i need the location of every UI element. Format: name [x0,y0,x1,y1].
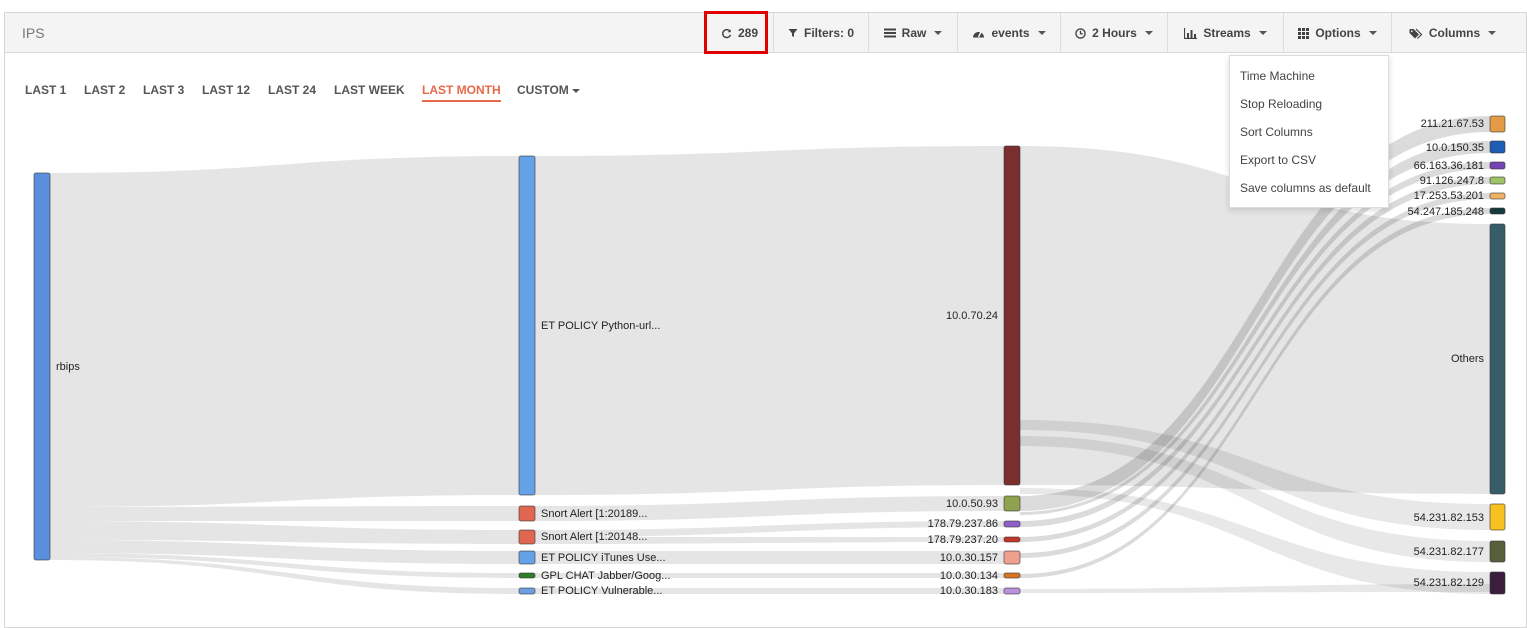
node-others[interactable] [1489,223,1506,495]
refresh-highlight-box [704,11,768,54]
node-54-231-82-129[interactable] [1489,571,1506,595]
options-dropdown-menu: Time Machine Stop Reloading Sort Columns… [1229,55,1389,208]
node-211-21-67-53[interactable] [1489,115,1506,133]
label-54-231-82-129: 54.231.82.129 [1414,577,1484,589]
label-10-0-70-24: 10.0.70.24 [946,310,998,322]
label-10-0-30-157: 10.0.30.157 [940,552,998,564]
node-10-0-150-35[interactable] [1489,140,1506,154]
node-54-247-185-248[interactable] [1489,207,1506,215]
label-10-0-150-35: 10.0.150.35 [1426,142,1484,154]
label-17-253-53-201: 17.253.53.201 [1414,190,1484,202]
label-10-0-30-183: 10.0.30.183 [940,585,998,597]
node-10-0-30-134[interactable] [1003,572,1021,579]
label-rbips: rbips [56,361,80,373]
node-10-0-30-157[interactable] [1003,550,1021,565]
menu-item-sort-columns[interactable]: Sort Columns [1240,125,1313,139]
node-et-policy-vulnerable[interactable] [518,587,536,595]
node-54-231-82-153[interactable] [1489,503,1506,531]
node-178-79-237-20[interactable] [1003,536,1021,543]
label-66-163-36-181: 66.163.36.181 [1414,160,1484,172]
menu-item-stop-reloading[interactable]: Stop Reloading [1240,97,1322,111]
node-17-253-53-201[interactable] [1489,192,1506,200]
menu-item-save-columns-default[interactable]: Save columns as default [1240,181,1371,195]
node-gpl-chat-jabber[interactable] [518,572,536,579]
label-others: Others [1451,353,1485,365]
label-et-policy-itunes: ET POLICY iTunes Use... [541,552,666,564]
node-snort-alert-20189[interactable] [518,505,536,522]
flow-rbips-snort-20189 [50,506,519,521]
label-et-policy-python-url: ET POLICY Python-url... [541,320,660,332]
menu-item-time-machine[interactable]: Time Machine [1240,69,1315,83]
node-10-0-50-93[interactable] [1003,495,1021,512]
node-54-231-82-177[interactable] [1489,540,1506,563]
node-snort-alert-20148[interactable] [518,529,536,545]
node-10-0-70-24[interactable] [1003,145,1021,486]
node-10-0-30-183[interactable] [1003,587,1021,595]
label-178-79-237-20: 178.79.237.20 [928,534,998,546]
label-91-126-247-8: 91.126.247.8 [1420,175,1484,187]
label-10-0-50-93: 10.0.50.93 [946,498,998,510]
label-54-231-82-177: 54.231.82.177 [1414,546,1484,558]
label-54-247-185-248: 54.247.185.248 [1408,206,1484,218]
label-gpl-chat-jabber: GPL CHAT Jabber/Goog... [541,570,670,582]
label-et-policy-vulnerable: ET POLICY Vulnerable... [541,585,662,597]
node-et-policy-python-url[interactable] [518,155,536,496]
node-rbips[interactable] [33,172,51,561]
node-91-126-247-8[interactable] [1489,176,1506,185]
label-10-0-30-134: 10.0.30.134 [940,570,998,582]
label-snort-alert-20148: Snort Alert [1:20148... [541,531,647,543]
label-211-21-67-53: 211.21.67.53 [1421,118,1484,130]
flow-rbips-python-url [50,156,519,507]
node-178-79-237-86[interactable] [1003,520,1021,528]
label-178-79-237-86: 178.79.237.86 [928,518,998,530]
label-snort-alert-20189: Snort Alert [1:20189... [541,508,647,520]
label-54-231-82-153: 54.231.82.153 [1414,512,1484,524]
node-et-policy-itunes[interactable] [518,550,536,565]
node-66-163-36-181[interactable] [1489,161,1506,170]
menu-item-export-csv[interactable]: Export to CSV [1240,153,1316,167]
